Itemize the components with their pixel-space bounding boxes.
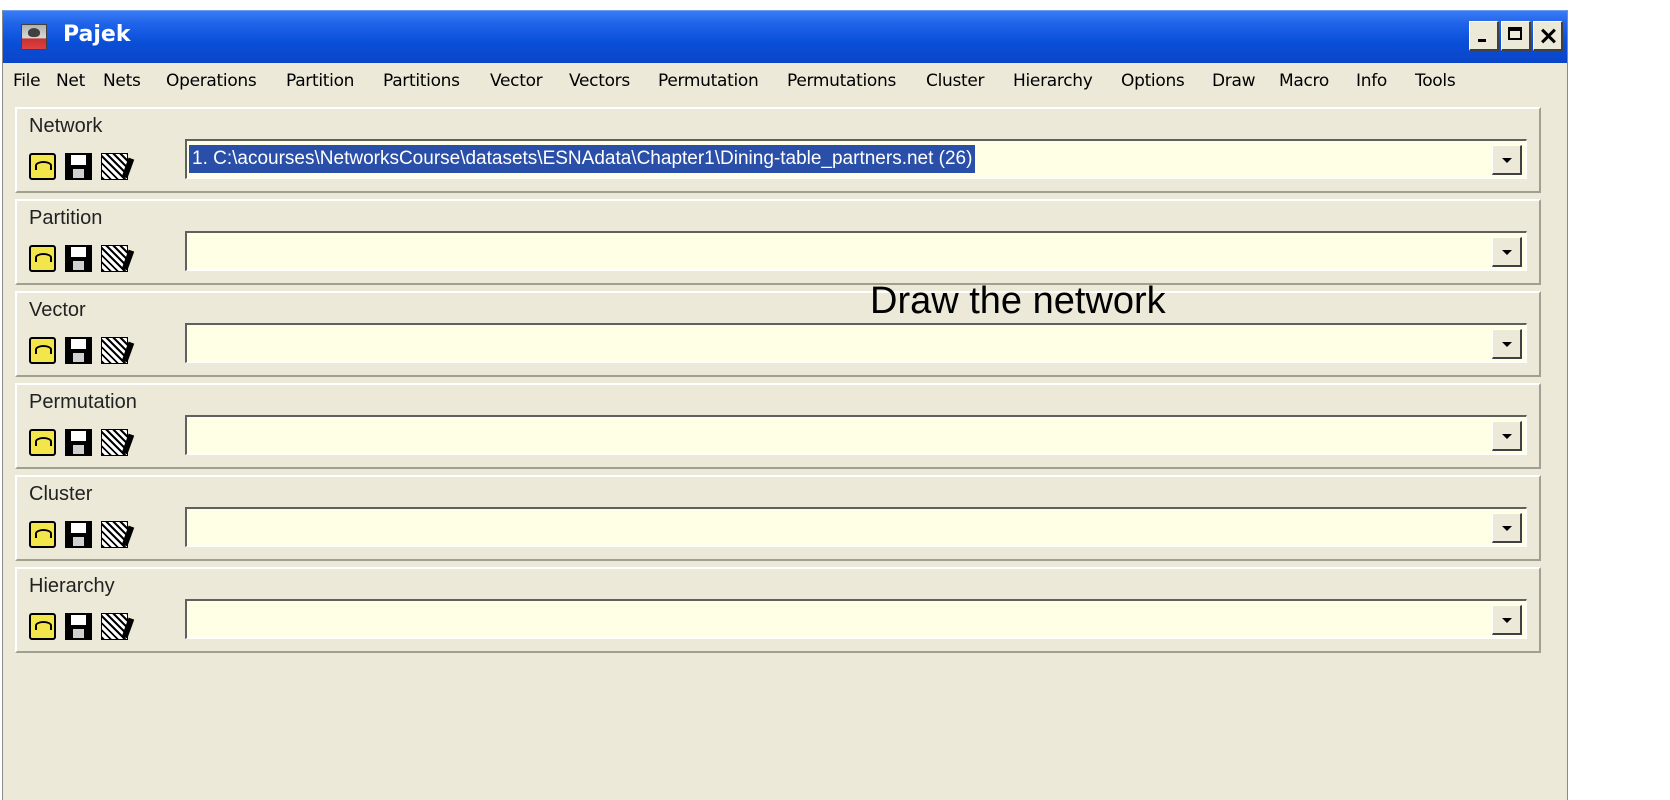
vector-select[interactable] [185, 323, 1527, 363]
edit-icon[interactable] [101, 153, 128, 180]
permutation-panel: Permutation [15, 383, 1541, 469]
panel-icons [29, 245, 128, 272]
dropdown-arrow-icon[interactable] [1492, 237, 1522, 267]
save-disk-icon[interactable] [65, 613, 92, 640]
edit-icon[interactable] [101, 337, 128, 364]
save-disk-icon[interactable] [65, 521, 92, 548]
menu-permutation[interactable]: Permutation [658, 71, 759, 91]
panel-label-permutation: Permutation [29, 391, 137, 413]
menu-permutations[interactable]: Permutations [787, 71, 896, 91]
panel-label-cluster: Cluster [29, 483, 93, 505]
edit-icon[interactable] [101, 245, 128, 272]
menu-partitions[interactable]: Partitions [383, 71, 460, 91]
menu-vector[interactable]: Vector [490, 71, 543, 91]
cluster-panel: Cluster [15, 475, 1541, 561]
panel-icons [29, 429, 128, 456]
save-disk-icon[interactable] [65, 337, 92, 364]
cluster-select[interactable] [185, 507, 1527, 547]
network-panel: Network 1. C:\acourses\NetworksCourse\da… [15, 107, 1541, 193]
panel-icons [29, 521, 128, 548]
hierarchy-panel: Hierarchy [15, 567, 1541, 653]
menu-hierarchy[interactable]: Hierarchy [1013, 71, 1093, 91]
edit-icon[interactable] [101, 521, 128, 548]
save-disk-icon[interactable] [65, 153, 92, 180]
window-title: Pajek [63, 22, 131, 47]
menu-partition[interactable]: Partition [286, 71, 354, 91]
menu-info[interactable]: Info [1356, 71, 1387, 91]
save-disk-icon[interactable] [65, 245, 92, 272]
dropdown-arrow-icon[interactable] [1492, 329, 1522, 359]
menu-vectors[interactable]: Vectors [569, 71, 630, 91]
pajek-window: Pajek File Net Nets Operations Partition… [2, 10, 1568, 800]
dropdown-arrow-icon[interactable] [1492, 605, 1522, 635]
partition-panel: Partition [15, 199, 1541, 285]
menu-nets[interactable]: Nets [103, 71, 141, 91]
menu-file[interactable]: File [13, 71, 41, 91]
partition-select[interactable] [185, 231, 1527, 271]
edit-icon[interactable] [101, 429, 128, 456]
minimize-button[interactable] [1469, 21, 1499, 51]
menu-bar: File Net Nets Operations Partition Parti… [3, 65, 1567, 97]
permutation-select[interactable] [185, 415, 1527, 455]
panel-label-vector: Vector [29, 299, 86, 321]
panel-label-network: Network [29, 115, 103, 137]
panel-icons [29, 153, 128, 180]
menu-operations[interactable]: Operations [166, 71, 257, 91]
open-folder-icon[interactable] [29, 613, 56, 640]
close-button[interactable] [1533, 21, 1563, 51]
network-select[interactable]: 1. C:\acourses\NetworksCourse\datasets\E… [185, 139, 1527, 179]
menu-options[interactable]: Options [1121, 71, 1185, 91]
menu-tools[interactable]: Tools [1415, 71, 1456, 91]
vector-panel: Vector [15, 291, 1541, 377]
maximize-button[interactable] [1501, 21, 1531, 51]
dropdown-arrow-icon[interactable] [1492, 421, 1522, 451]
menu-cluster[interactable]: Cluster [926, 71, 985, 91]
hierarchy-select[interactable] [185, 599, 1527, 639]
open-folder-icon[interactable] [29, 245, 56, 272]
open-folder-icon[interactable] [29, 429, 56, 456]
panel-label-hierarchy: Hierarchy [29, 575, 115, 597]
menu-macro[interactable]: Macro [1279, 71, 1329, 91]
menu-net[interactable]: Net [56, 71, 85, 91]
open-folder-icon[interactable] [29, 153, 56, 180]
window-controls [1469, 21, 1563, 51]
annotation-text: Draw the network [870, 280, 1166, 322]
edit-icon[interactable] [101, 613, 128, 640]
menu-draw[interactable]: Draw [1212, 71, 1256, 91]
open-folder-icon[interactable] [29, 521, 56, 548]
dropdown-arrow-icon[interactable] [1492, 513, 1522, 543]
panel-icons [29, 613, 128, 640]
dropdown-arrow-icon[interactable] [1492, 145, 1522, 175]
title-bar[interactable]: Pajek [3, 10, 1567, 63]
panel-icons [29, 337, 128, 364]
network-selected-value: 1. C:\acourses\NetworksCourse\datasets\E… [189, 145, 976, 173]
open-folder-icon[interactable] [29, 337, 56, 364]
panel-label-partition: Partition [29, 207, 103, 229]
pajek-app-icon[interactable] [21, 24, 47, 50]
save-disk-icon[interactable] [65, 429, 92, 456]
